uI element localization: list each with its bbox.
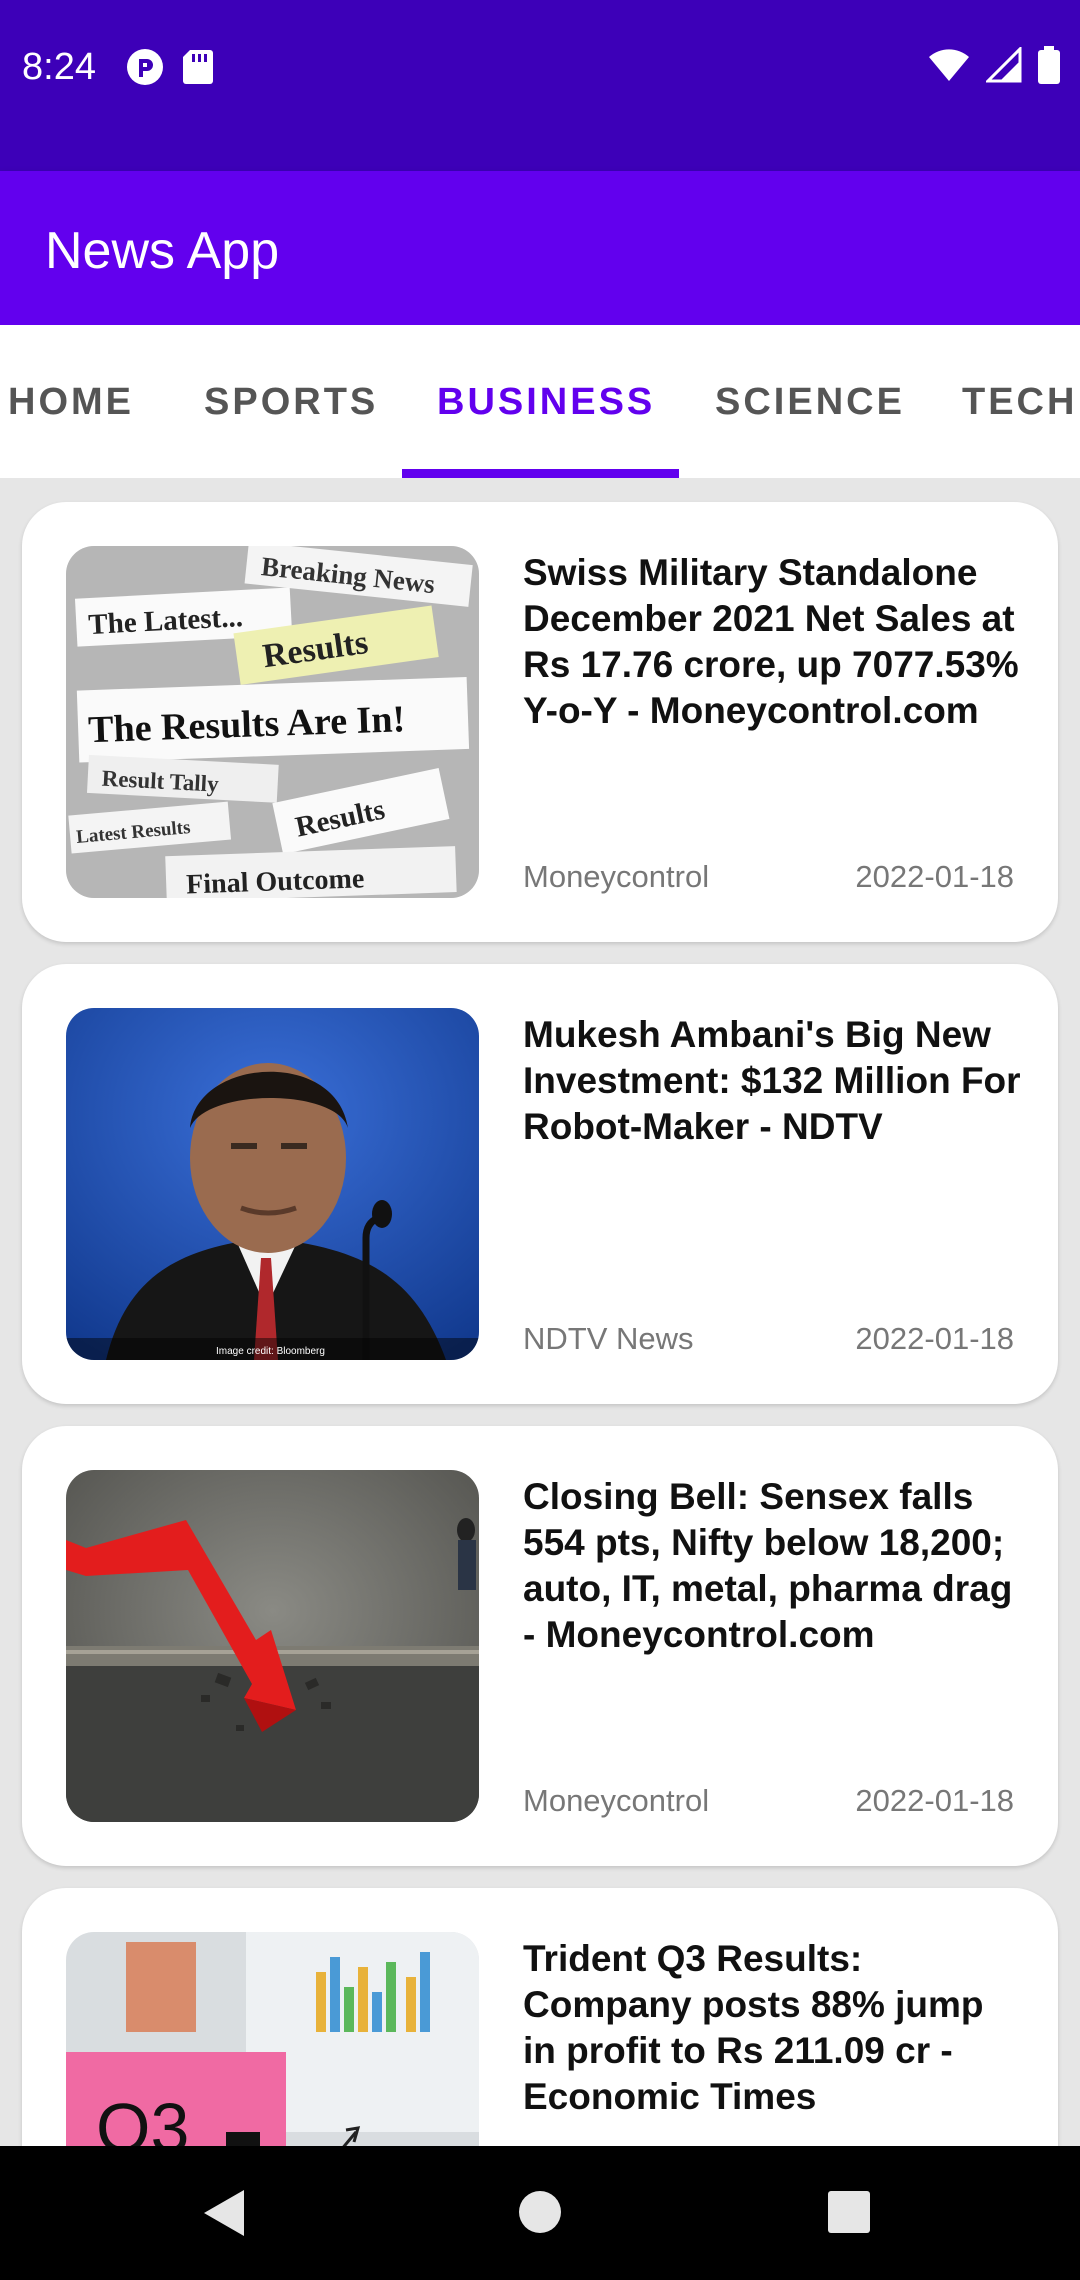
sticky-note-label: Q3	[96, 2089, 189, 2146]
article-thumbnail: Q3	[66, 1932, 479, 2146]
tab-sports[interactable]: SPORTS	[204, 381, 378, 424]
news-feed[interactable]: Breaking News The Latest... Results The …	[0, 478, 1080, 2146]
tab-home[interactable]: HOME	[8, 381, 134, 424]
article-headline: Swiss Military Standalone December 2021 …	[523, 552, 1019, 731]
home-icon[interactable]	[518, 2190, 562, 2239]
article-headline: Trident Q3 Results: Company posts 88% ju…	[523, 1938, 984, 2117]
article-source: Moneycontrol	[523, 859, 710, 894]
category-tab-bar: HOME SPORTS BUSINESS SCIENCE TECHNOLOGY	[0, 325, 1080, 478]
clip-final-outcome: Final Outcome	[186, 863, 365, 898]
article-thumbnail: Image credit: Bloomberg	[66, 1008, 479, 1360]
article-date: 2022-01-18	[855, 859, 1014, 894]
recents-icon[interactable]	[828, 2191, 870, 2238]
status-bar: 8:24	[0, 0, 1080, 171]
back-icon[interactable]	[200, 2188, 246, 2243]
article-source: NDTV News	[523, 1321, 694, 1356]
status-time: 8:24	[22, 46, 96, 88]
app-bar: News App	[0, 171, 1080, 325]
image-credit: Image credit: Bloomberg	[216, 1346, 325, 1357]
tab-science[interactable]: SCIENCE	[715, 381, 905, 424]
article-thumbnail: Breaking News The Latest... Results The …	[66, 546, 479, 898]
tab-business[interactable]: BUSINESS	[437, 381, 655, 424]
wifi-icon	[928, 47, 970, 88]
article-date: 2022-01-18	[855, 1321, 1014, 1356]
signal-icon	[984, 45, 1022, 88]
battery-icon	[1038, 46, 1060, 89]
article-source: Moneycontrol	[523, 1783, 710, 1818]
tab-technology[interactable]: TECHNOLOGY	[962, 381, 1080, 424]
app-title: News App	[45, 222, 280, 280]
news-card[interactable]: Q3 Trident Q3 Results: Company posts 88%…	[22, 1888, 1058, 2146]
active-tab-indicator	[402, 469, 679, 478]
sd-card-icon	[182, 48, 214, 91]
news-card[interactable]: Image credit: Bloomberg Mukesh Ambani's …	[22, 964, 1058, 1404]
system-nav-bar	[0, 2146, 1080, 2280]
news-card[interactable]: Breaking News The Latest... Results The …	[22, 502, 1058, 942]
article-thumbnail	[66, 1470, 479, 1822]
article-headline: Closing Bell: Sensex falls 554 pts, Nift…	[523, 1476, 1013, 1655]
pocket-icon	[126, 48, 164, 91]
article-date: 2022-01-18	[855, 1783, 1014, 1818]
news-card[interactable]: Closing Bell: Sensex falls 554 pts, Nift…	[22, 1426, 1058, 1866]
article-headline: Mukesh Ambani's Big New Investment: $132…	[523, 1014, 1021, 1147]
